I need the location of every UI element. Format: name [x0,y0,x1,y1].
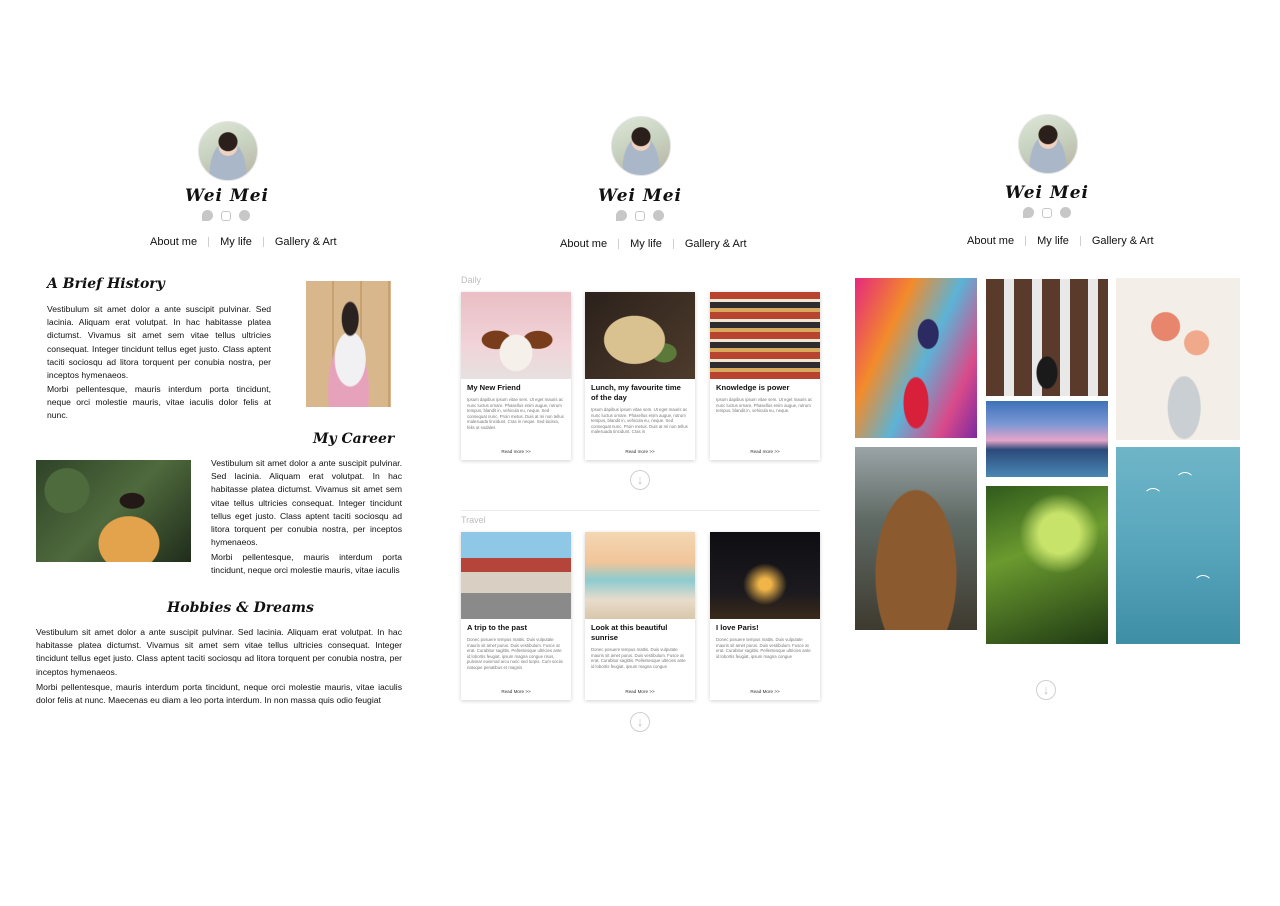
bird-shape: ⌒ [1196,574,1210,590]
nav-gallery-art[interactable]: Gallery & Art [674,238,758,250]
post-thumbnail [710,532,820,619]
facebook-icon[interactable] [1060,207,1071,218]
post-title[interactable]: My New Friend [467,383,565,393]
read-more-link[interactable]: Read More >> [461,689,571,694]
life-page-panel: Wei Mei About me My life Gallery & Art Dai… [0,0,1280,906]
post-excerpt: Ipsum dapibus ipsum vitae sem. Ut eget m… [467,397,564,430]
instagram-icon[interactable] [1042,208,1052,218]
download-circle-icon[interactable]: ↓ [630,470,650,490]
brand-name[interactable]: Wei Mei [977,183,1117,203]
gallery-image-sunset[interactable] [986,401,1108,477]
bird-shape: ⌒ [1146,487,1160,503]
post-thumbnail [710,292,820,379]
read-more-link[interactable]: Read more >> [585,449,695,454]
read-more-link[interactable]: Read more >> [461,449,571,454]
nav-about-me[interactable]: About me [956,235,1025,247]
post-title[interactable]: Lunch, my favourite time of the day [591,383,689,402]
download-circle-icon[interactable]: ↓ [630,712,650,732]
gallery-image-landscape[interactable] [855,447,977,630]
travel-section-label: Travel [461,515,486,525]
post-card[interactable]: I love Paris! Donec posuere tempus matti… [710,532,820,700]
read-more-link[interactable]: Read More >> [585,689,695,694]
twitter-icon[interactable] [1023,207,1034,218]
nav-gallery-art[interactable]: Gallery & Art [1081,235,1165,247]
post-title[interactable]: Knowledge is power [716,383,814,393]
post-card[interactable]: Knowledge is power Ipsum dapibus ipsum v… [710,292,820,460]
gallery-image-face-painting[interactable] [855,278,977,438]
post-thumbnail [461,532,571,619]
bird-shape: ⌒ [1178,471,1192,487]
post-excerpt: Donec posuere tempus mattis. Duis vulput… [716,637,811,659]
post-thumbnail [585,532,695,619]
post-card[interactable]: My New Friend Ipsum dapibus ipsum vitae … [461,292,571,460]
social-links [997,207,1097,218]
section-divider [461,510,820,511]
post-thumbnail [461,292,571,379]
profile-avatar [1018,114,1078,174]
download-circle-icon[interactable]: ↓ [1036,680,1056,700]
gallery-image-foliage[interactable] [986,486,1108,644]
post-title[interactable]: Look at this beautiful sunrise [591,623,689,642]
nav-my-life[interactable]: My life [619,238,673,250]
gallery-image-flowers[interactable] [1116,278,1240,440]
daily-section-label: Daily [461,275,482,285]
twitter-icon[interactable] [616,210,627,221]
read-more-link[interactable]: Read more >> [710,449,820,454]
post-excerpt: Donec posuere tempus mattis. Duis vulput… [467,637,563,670]
post-excerpt: Ipsum dapibus ipsum vitae sem. Ut eget m… [591,407,688,435]
post-thumbnail [585,292,695,379]
profile-avatar [611,116,671,176]
gallery-image-exhibition[interactable] [986,279,1108,396]
post-title[interactable]: I love Paris! [716,623,814,633]
gallery-image-birds[interactable]: ⌒ ⌒ ⌒ [1116,447,1240,644]
post-title[interactable]: A trip to the past [467,623,565,633]
brand-name[interactable]: Wei Mei [570,186,710,206]
post-excerpt: Donec posuere tempus mattis. Duis vulput… [591,647,686,669]
social-links [590,210,690,221]
instagram-icon[interactable] [635,211,645,221]
nav-about-me[interactable]: About me [549,238,618,250]
nav-my-life[interactable]: My life [1026,235,1080,247]
post-card[interactable]: Look at this beautiful sunrise Donec pos… [585,532,695,700]
post-card[interactable]: Lunch, my favourite time of the day Ipsu… [585,292,695,460]
read-more-link[interactable]: Read More >> [710,689,820,694]
facebook-icon[interactable] [653,210,664,221]
main-nav: About me My life Gallery & Art [956,235,1165,247]
post-card[interactable]: A trip to the past Donec posuere tempus … [461,532,571,700]
post-excerpt: Ipsum dapibus ipsum vitae sem. Ut eget m… [716,397,813,414]
main-nav: About me My life Gallery & Art [549,238,758,250]
